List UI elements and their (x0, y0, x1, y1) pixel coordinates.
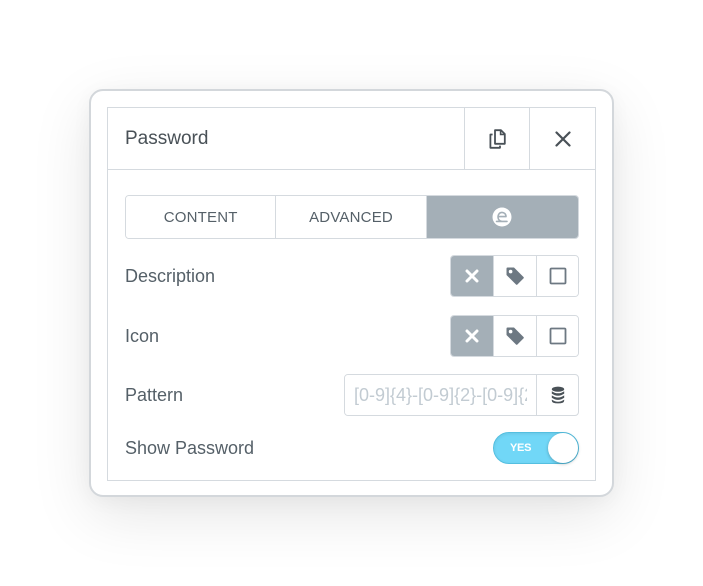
panel-title: Password (125, 127, 209, 149)
times-icon (465, 269, 479, 283)
description-row: Description (125, 254, 579, 298)
tab-advanced[interactable]: ADVANCED (276, 196, 427, 238)
show-password-label: Show Password (125, 437, 255, 458)
toggle-on-label: YES (510, 442, 532, 454)
description-custom-button[interactable] (537, 256, 578, 296)
icon-label: Icon (125, 325, 160, 346)
close-button[interactable] (529, 108, 595, 170)
toggle-knob (548, 433, 578, 463)
pattern-input[interactable] (345, 375, 536, 415)
square-icon (549, 267, 566, 285)
icon-type-buttons (450, 315, 579, 357)
times-icon (465, 329, 479, 343)
description-label: Description (125, 265, 216, 286)
tab-bar: CONTENT ADVANCED (125, 195, 579, 239)
icon-custom-button[interactable] (537, 316, 578, 356)
duplicate-button[interactable] (464, 108, 529, 170)
tag-icon (506, 267, 524, 285)
close-icon (554, 131, 571, 147)
tab-content[interactable]: CONTENT (126, 196, 277, 238)
elementor-logo-icon (492, 207, 512, 227)
show-password-toggle[interactable]: YES (493, 432, 579, 464)
show-password-row: Show Password YES (125, 426, 579, 470)
icon-none-button[interactable] (451, 316, 494, 356)
pattern-control (344, 374, 579, 416)
duplicate-icon (489, 129, 506, 149)
description-type-buttons (450, 255, 579, 297)
icon-row: Icon (125, 314, 579, 358)
pattern-row: Pattern (125, 373, 579, 417)
database-icon (551, 386, 564, 404)
square-icon (549, 327, 566, 345)
description-none-button[interactable] (451, 256, 494, 296)
description-dynamic-tag-button[interactable] (494, 256, 537, 296)
tag-icon (506, 327, 524, 345)
tab-dynamic[interactable] (426, 196, 578, 238)
panel-header: Password (108, 108, 595, 170)
dynamic-tags-button[interactable] (536, 375, 578, 415)
pattern-label: Pattern (125, 384, 184, 405)
password-settings-panel: Password CONTENT ADVANCED Description Ic… (107, 107, 596, 481)
icon-dynamic-tag-button[interactable] (494, 316, 537, 356)
